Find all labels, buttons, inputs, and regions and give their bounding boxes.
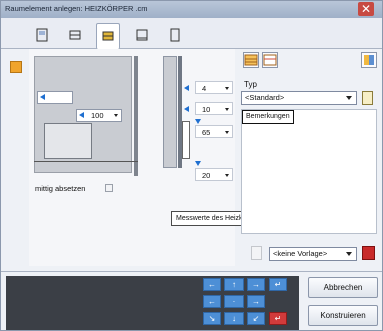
tab-5[interactable] xyxy=(163,23,187,45)
remarks-label: Bemerkungen xyxy=(242,110,294,124)
side-value-1: 4 xyxy=(202,84,207,93)
side-field-1[interactable]: 4 xyxy=(195,81,233,94)
left-arrow-icon xyxy=(184,106,189,112)
title-bar[interactable]: Raumelement anlegen: HEIZKÖRPER .cm ✕ xyxy=(1,1,382,18)
typ-value: <Standard> xyxy=(245,93,285,102)
save-icon[interactable] xyxy=(362,246,375,260)
left-arrow-icon xyxy=(79,112,84,118)
keypad-right2-button[interactable]: → xyxy=(247,295,265,308)
width-main-field[interactable]: 100 xyxy=(76,109,122,122)
tab-2[interactable] xyxy=(63,23,87,45)
side-field-3[interactable]: 65 xyxy=(195,125,233,138)
keypad-return-button[interactable]: ↵ xyxy=(269,312,287,325)
template-value: <keine Vorlage> xyxy=(273,249,328,258)
tab-4[interactable] xyxy=(130,23,154,45)
chevron-down-icon[interactable] xyxy=(225,174,229,177)
radiator-shape xyxy=(44,123,92,159)
chevron-down-icon[interactable] xyxy=(225,131,229,134)
width-main-value: 100 xyxy=(91,111,104,120)
remarks-textarea[interactable] xyxy=(241,109,377,234)
left-arrow-icon xyxy=(184,85,189,91)
keypad-down-left-button[interactable]: ↘ xyxy=(203,312,221,325)
radiator-icon xyxy=(102,31,114,41)
height-bar xyxy=(163,56,177,168)
wall-side-icon xyxy=(69,30,81,40)
left-arrow-icon xyxy=(40,94,45,100)
side-field-2[interactable]: 10 xyxy=(195,102,233,115)
floor-line xyxy=(34,161,138,162)
dialog-window: Raumelement anlegen: HEIZKÖRPER .cm ✕ 10… xyxy=(0,0,383,331)
keypad-down-right-button[interactable]: ↙ xyxy=(247,312,265,325)
keypad-left-button[interactable]: ← xyxy=(203,278,221,291)
down-arrow-icon xyxy=(195,119,201,124)
close-button[interactable]: ✕ xyxy=(358,2,374,16)
chevron-down-icon[interactable] xyxy=(346,252,352,256)
window-title: Raumelement anlegen: HEIZKÖRPER .cm xyxy=(5,4,148,13)
chevron-down-icon[interactable] xyxy=(225,108,229,111)
construct-button[interactable]: Konstruieren xyxy=(308,305,378,326)
table-view-icon[interactable] xyxy=(262,52,278,68)
template-select[interactable]: <keine Vorlage> xyxy=(269,247,357,261)
keypad-center-button[interactable]: · xyxy=(224,295,244,308)
library-icon[interactable] xyxy=(361,52,377,68)
door-icon xyxy=(170,28,180,42)
tab-3[interactable] xyxy=(96,23,120,49)
wall-edge xyxy=(134,56,138,176)
height-slot xyxy=(182,121,190,159)
window-icon xyxy=(136,29,148,41)
keypad-up-button[interactable]: ↑ xyxy=(224,278,244,291)
tab-1[interactable] xyxy=(30,23,54,45)
element-color-icon[interactable] xyxy=(10,61,22,73)
typ-label: Typ xyxy=(244,80,257,89)
side-value-4: 20 xyxy=(202,171,211,180)
keypad-down-button[interactable]: ↓ xyxy=(224,312,244,325)
side-field-4[interactable]: 20 xyxy=(195,168,233,181)
list-view-icon[interactable] xyxy=(243,52,259,68)
keypad-right-button[interactable]: → xyxy=(247,278,265,291)
tab-strip xyxy=(1,18,382,49)
keypad-enter-button[interactable]: ↵ xyxy=(269,278,287,291)
chevron-down-icon[interactable] xyxy=(346,96,352,100)
wall-front-icon xyxy=(36,28,48,42)
typ-select[interactable]: <Standard> xyxy=(241,91,357,105)
keypad-left2-button[interactable]: ← xyxy=(203,295,221,308)
center-checkbox[interactable] xyxy=(105,184,113,192)
trash-icon[interactable] xyxy=(251,246,262,260)
side-value-2: 10 xyxy=(202,105,211,114)
side-value-3: 65 xyxy=(202,128,211,137)
down-arrow-icon xyxy=(195,161,201,166)
chevron-down-icon[interactable] xyxy=(225,87,229,90)
cancel-button[interactable]: Abbrechen xyxy=(308,277,378,298)
chevron-down-icon[interactable] xyxy=(114,114,118,117)
typ-edit-icon[interactable] xyxy=(362,91,373,105)
width-top-field[interactable] xyxy=(37,91,73,104)
center-checkbox-label: mittig absetzen xyxy=(35,184,86,193)
